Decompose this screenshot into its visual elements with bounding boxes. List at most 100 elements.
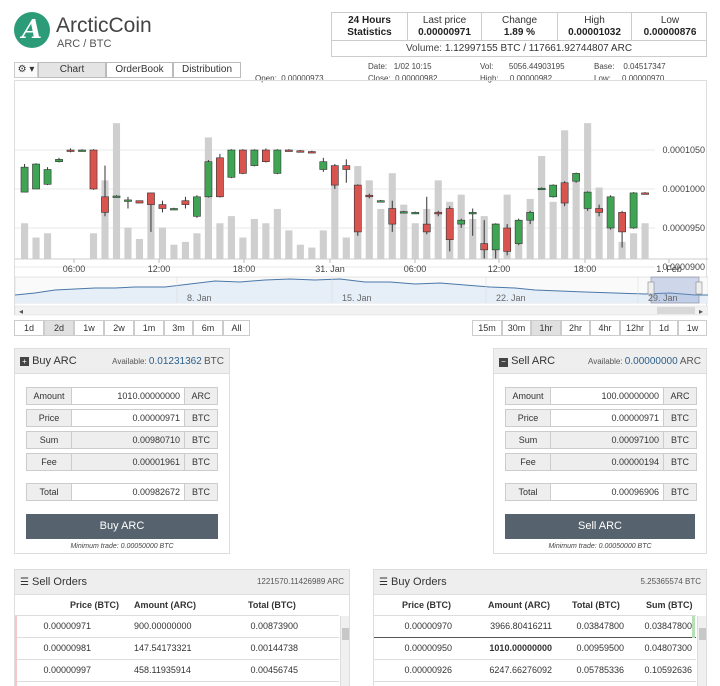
candle-up — [537, 187, 546, 191]
plus-box-icon: + — [20, 357, 29, 366]
volume-bar — [21, 223, 29, 259]
x-axis-tick-label: 18:00 — [574, 264, 597, 274]
volume-bar — [584, 123, 592, 260]
candle-down — [135, 200, 144, 204]
candle-down — [503, 227, 512, 252]
buy-total-input[interactable]: 0.00982672 — [72, 483, 185, 501]
sell-amount-input[interactable]: 100.00000000 — [551, 387, 664, 405]
candle-up — [491, 223, 500, 251]
buy-order-amount: 1010.00000000 — [489, 643, 552, 653]
volume-line: Volume: 1.12997155 BTC / 117661.92744807… — [332, 40, 706, 57]
candle-up — [319, 161, 328, 170]
sell-order-total: 0.00456745 — [250, 665, 298, 675]
candle-up — [399, 211, 408, 214]
sell-order-price[interactable]: 0.00000997 — [19, 665, 91, 675]
interval-button-4hr[interactable]: 4hr — [590, 320, 620, 336]
volume-bar — [216, 223, 224, 259]
sell-orders-col-amount: Amount (ARC) — [134, 600, 196, 610]
range-button-2d[interactable]: 2d — [44, 320, 74, 336]
x-axis-tick-label: 18:00 — [233, 264, 256, 274]
interval-button-15m[interactable]: 15m — [472, 320, 502, 336]
buy-order-price[interactable]: 0.00000926 — [374, 665, 452, 675]
buy-sum-unit: BTC — [185, 431, 218, 449]
tab-orderbook[interactable]: OrderBook — [106, 62, 173, 78]
interval-button-1hr[interactable]: 1hr — [531, 320, 561, 336]
volume-bar — [43, 233, 52, 259]
sell-order-price[interactable]: 0.00000981 — [19, 643, 91, 653]
buy-orders-scrollbar[interactable] — [697, 616, 706, 686]
table-row-divider — [374, 659, 696, 660]
sell-price-input[interactable]: 0.00000971 — [551, 409, 664, 427]
candle-up — [43, 169, 52, 185]
sell-price-unit: BTC — [664, 409, 697, 427]
interval-button-30m[interactable]: 30m — [502, 320, 531, 336]
buy-orders-panel: ☰ Buy Orders 5.25365574 BTC Price (BTC) … — [373, 569, 707, 686]
buy-order-price[interactable]: 0.00000950 — [374, 643, 452, 653]
interval-button-1d[interactable]: 1d — [650, 320, 678, 336]
range-button-all[interactable]: All — [223, 320, 250, 336]
sell-orders-panel: ☰ Sell Orders 1221570.11426989 ARC Price… — [14, 569, 350, 686]
range-button-3m[interactable]: 3m — [164, 320, 193, 336]
sell-depth-bar — [15, 616, 17, 686]
interval-button-12hr[interactable]: 12hr — [620, 320, 650, 336]
candle-up — [124, 199, 132, 202]
scroll-thumb[interactable] — [342, 628, 349, 640]
sell-orders-scrollbar[interactable] — [340, 616, 349, 686]
sell-panel-header: − Sell ARC Available: 0.00000000 ARC — [494, 349, 706, 374]
table-row-divider — [374, 637, 696, 638]
buy-total-unit: BTC — [185, 483, 218, 501]
buy-orders-col-sum: Sum (BTC) — [646, 600, 693, 610]
candle-down — [296, 150, 305, 153]
buy-orders-header: ☰ Buy Orders 5.25365574 BTC — [374, 570, 706, 595]
candle-up — [583, 191, 592, 209]
candle-up — [250, 149, 259, 166]
buy-arc-button[interactable]: Buy ARC — [26, 514, 218, 539]
scroll-thumb[interactable] — [699, 628, 706, 640]
sell-total-input[interactable]: 0.00096906 — [551, 483, 664, 501]
price-chart-svg[interactable]: 0.00010500.00010000.00009500.000090006:0… — [14, 81, 709, 316]
ohlc-vol: Vol: 5056.44903195 — [480, 62, 565, 71]
volume-bar — [112, 123, 121, 260]
price-chart[interactable]: 0.0001050 0.0001000 0.0000950 0.0000900 06:0… — [14, 80, 709, 316]
sell-order-total: 0.00873900 — [250, 621, 298, 631]
candle-up — [629, 192, 638, 229]
candle-down — [618, 212, 626, 233]
sell-order-price[interactable]: 0.00000971 — [19, 621, 91, 631]
candle-down — [66, 149, 75, 152]
range-button-6m[interactable]: 6m — [193, 320, 223, 336]
settings-menu-button[interactable]: ⚙ ▾ — [14, 62, 38, 78]
range-button-1d[interactable]: 1d — [14, 320, 44, 336]
candle-up — [78, 149, 86, 152]
range-button-1w[interactable]: 1w — [74, 320, 104, 336]
interval-button-1w[interactable]: 1w — [678, 320, 707, 336]
buy-price-input[interactable]: 0.00000971 — [72, 409, 185, 427]
arcticcoin-logo: A — [14, 12, 50, 48]
buy-amount-input[interactable]: 1010.00000000 — [72, 387, 185, 405]
volume-bar — [641, 223, 649, 259]
candle-up — [193, 196, 201, 217]
buy-order-sum: 0.03847800 — [644, 621, 692, 631]
interval-button-2hr[interactable]: 2hr — [561, 320, 590, 336]
buy-price-unit: BTC — [185, 409, 218, 427]
sell-arc-button[interactable]: Sell ARC — [505, 514, 695, 539]
y-axis-tick-label: 0.0001050 — [662, 145, 705, 155]
candle-up — [20, 166, 29, 193]
candle-down — [342, 165, 351, 170]
table-row-divider — [374, 681, 696, 682]
tab-chart[interactable]: Chart — [38, 62, 106, 78]
candle-up — [227, 149, 236, 178]
tab-distribution[interactable]: Distribution — [173, 62, 241, 78]
sell-order-amount: 147.54173321 — [134, 643, 192, 653]
range-button-1m[interactable]: 1m — [134, 320, 164, 336]
buy-panel: + Buy ARC Available: 0.01231362 BTC Amou… — [14, 348, 230, 554]
candle-up — [204, 161, 213, 198]
candle-down — [422, 223, 431, 233]
volume-bar — [319, 230, 327, 259]
volume-bar — [549, 201, 557, 259]
range-button-2w[interactable]: 2w — [104, 320, 134, 336]
volume-bar — [434, 180, 442, 259]
buy-order-price[interactable]: 0.00000970 — [374, 621, 452, 631]
volume-bar — [32, 237, 40, 259]
buy-orders-col-total: Total (BTC) — [572, 600, 620, 610]
low-cell: Low 0.00000876 — [643, 15, 697, 38]
